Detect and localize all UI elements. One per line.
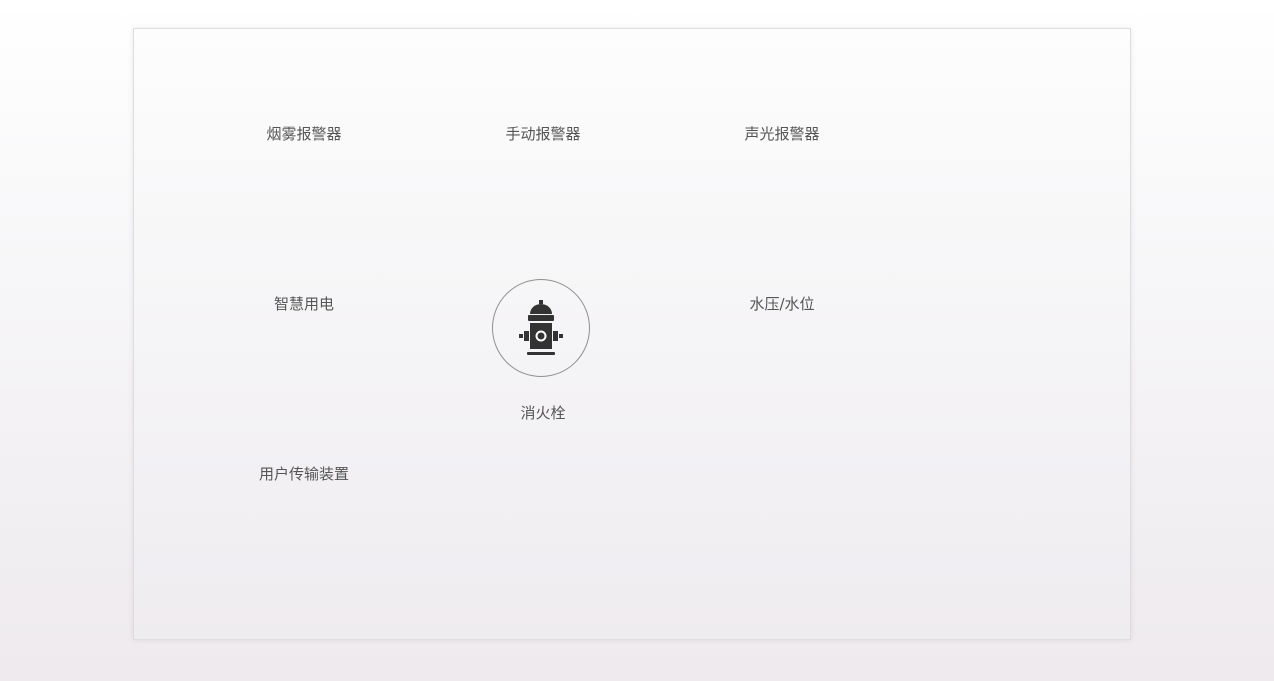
device-label-manual-alarm: 手动报警器 <box>505 125 581 143</box>
device-water-pressure-level[interactable]: 水压/水位 <box>702 294 862 314</box>
device-label-fire-hydrant: 消火栓 <box>520 404 566 422</box>
device-label-smoke-alarm: 烟雾报警器 <box>266 125 342 143</box>
device-fire-hydrant[interactable]: 消火栓 <box>463 403 623 423</box>
device-user-transmission-device[interactable]: 用户传输装置 <box>224 464 384 484</box>
device-label-smart-electricity: 智慧用电 <box>273 295 334 313</box>
device-label-sound-light-alarm: 声光报警器 <box>744 125 820 143</box>
device-manual-alarm[interactable]: 手动报警器 <box>463 124 623 144</box>
fire-hydrant-button[interactable] <box>492 279 590 377</box>
device-sound-light-alarm[interactable]: 声光报警器 <box>702 124 862 144</box>
fire-hydrant-icon <box>519 300 563 355</box>
device-panel: 烟雾报警器 手动报警器 声光报警器 智慧用电 水压/水位 消火栓 用户传输装置 <box>133 28 1131 640</box>
device-smart-electricity[interactable]: 智慧用电 <box>224 294 384 314</box>
device-smoke-alarm[interactable]: 烟雾报警器 <box>224 124 384 144</box>
device-label-user-transmission-device: 用户传输装置 <box>258 465 349 483</box>
device-label-water-pressure-level: 水压/水位 <box>749 295 815 313</box>
